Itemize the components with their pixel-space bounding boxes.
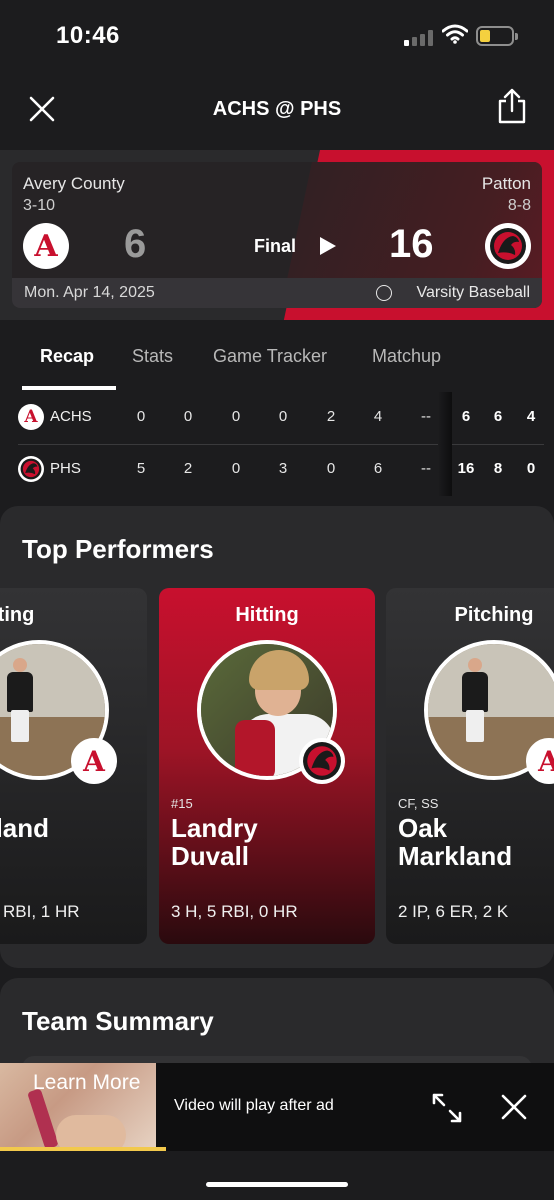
tab-recap[interactable]: Recap xyxy=(40,346,94,367)
home-team-mini-logo xyxy=(18,456,44,482)
team-badge: A xyxy=(71,738,117,784)
away-team-mini-logo: A xyxy=(18,404,44,430)
away-team-name: Avery County xyxy=(23,174,125,193)
home-team-name: Patton xyxy=(481,174,531,193)
inning-score: 2 xyxy=(326,408,336,425)
tab-game-tracker[interactable]: Game Tracker xyxy=(213,346,327,367)
inning-score: 0 xyxy=(231,460,241,477)
performer-card[interactable]: Pitching A CF, SS Oak Markland 2 IP, 6 E… xyxy=(386,588,554,944)
wifi-icon xyxy=(442,24,468,44)
performer-type: Hitting xyxy=(0,604,35,626)
team-badge xyxy=(299,738,345,784)
game-info-strip: Mon. Apr 14, 2025 Varsity Baseball xyxy=(12,278,542,308)
inning-score: 0 xyxy=(231,408,241,425)
performer-stats: 2 IP, 6 ER, 2 K xyxy=(398,902,509,921)
performer-stats: RBI, 1 HR xyxy=(3,902,80,921)
inning-score: -- xyxy=(421,408,431,425)
share-icon[interactable] xyxy=(496,87,528,125)
inning-score: 2 xyxy=(183,460,193,477)
performer-number: #15 xyxy=(171,796,193,811)
home-indicator[interactable] xyxy=(206,1182,348,1187)
page-title: ACHS @ PHS xyxy=(212,98,342,120)
total-runs: 16 xyxy=(457,460,475,477)
nav-bar: ACHS @ PHS xyxy=(0,70,554,150)
team-abbreviation: ACHS xyxy=(50,408,92,425)
inning-score: 3 xyxy=(278,460,288,477)
close-ad-icon[interactable] xyxy=(500,1093,528,1121)
performer-type: Hitting xyxy=(235,604,299,626)
active-tab-indicator xyxy=(22,386,116,390)
play-icon[interactable] xyxy=(320,237,336,255)
avery-county-a-logo: A xyxy=(538,744,554,778)
total-hits: 6 xyxy=(493,408,503,425)
avery-county-a-logo: A xyxy=(34,228,58,264)
section-title: Top Performers xyxy=(22,534,214,564)
avery-county-a-logo: A xyxy=(83,744,105,778)
expand-icon[interactable] xyxy=(430,1091,464,1125)
performer-name: Oak Markland xyxy=(398,813,513,871)
inning-score: 0 xyxy=(136,408,146,425)
away-team-logo: A xyxy=(23,223,69,269)
status-bar: 10:46 xyxy=(0,0,554,70)
score-card[interactable]: Avery County 3-10 A 6 Final 16 Patton 8-… xyxy=(12,162,542,308)
patton-panther-logo-icon xyxy=(490,228,526,264)
ad-thumbnail[interactable]: Learn More xyxy=(0,1063,156,1151)
battery-icon xyxy=(476,26,518,46)
performer-name: rkland xyxy=(0,813,50,843)
box-score: A ACHS 0 0 0 0 2 4 -- 6 6 4 PHS 5 2 0 3 … xyxy=(0,392,554,496)
inning-score: 5 xyxy=(136,460,146,477)
inning-score: 0 xyxy=(183,408,193,425)
total-hits: 8 xyxy=(493,460,503,477)
total-errors: 0 xyxy=(526,460,536,477)
away-team-runs: 6 xyxy=(124,222,147,266)
box-score-row-home: PHS 5 2 0 3 0 6 -- 16 8 0 xyxy=(0,444,554,496)
inning-score: 0 xyxy=(326,460,336,477)
inning-score: -- xyxy=(421,460,431,477)
game-date: Mon. Apr 14, 2025 xyxy=(24,284,155,301)
patton-panther-logo-icon xyxy=(303,742,341,780)
learn-more-link[interactable]: Learn More xyxy=(33,1071,140,1095)
inning-score: 4 xyxy=(373,408,383,425)
home-team-record: 8-8 xyxy=(507,197,531,214)
total-runs: 6 xyxy=(461,408,471,425)
performer-type: Pitching xyxy=(454,604,534,626)
total-errors: 4 xyxy=(526,408,536,425)
team-abbreviation: PHS xyxy=(50,460,81,477)
performer-stats: 3 H, 5 RBI, 0 HR xyxy=(171,902,298,921)
home-team-runs: 16 xyxy=(389,222,434,266)
patton-panther-logo-icon xyxy=(20,458,42,480)
avery-county-a-logo: A xyxy=(24,407,38,427)
performer-card[interactable]: Hitting A rkland RBI, 1 HR xyxy=(0,588,147,944)
game-status: Final xyxy=(254,236,297,256)
ad-message: Video will play after ad xyxy=(174,1097,334,1114)
tab-matchup[interactable]: Matchup xyxy=(372,346,441,367)
video-ad-bar: Learn More Video will play after ad xyxy=(0,1063,554,1151)
section-title: Team Summary xyxy=(22,1006,214,1036)
away-team-record: 3-10 xyxy=(23,197,56,214)
performer-position: CF, SS xyxy=(398,796,439,811)
score-header: Avery County 3-10 A 6 Final 16 Patton 8-… xyxy=(0,150,554,320)
baseball-icon xyxy=(376,285,392,301)
top-performers-panel: Top Performers Hitting A rkland RBI, 1 H… xyxy=(0,506,554,968)
performer-name: Landry Duvall xyxy=(171,813,258,871)
cellular-signal-icon xyxy=(404,30,434,46)
status-time: 10:46 xyxy=(56,22,120,49)
inning-score: 0 xyxy=(278,408,288,425)
inning-score: 6 xyxy=(373,460,383,477)
tab-stats[interactable]: Stats xyxy=(132,346,173,367)
tab-bar: Recap Stats Game Tracker Matchup xyxy=(0,320,554,392)
ad-progress-bar xyxy=(0,1147,166,1151)
performer-card-featured[interactable]: Hitting #15 Landry Duvall 3 H, 5 RBI, 0 … xyxy=(159,588,375,944)
sport-label: Varsity Baseball xyxy=(416,284,530,301)
box-score-row-away: A ACHS 0 0 0 0 2 4 -- 6 6 4 xyxy=(0,392,554,445)
home-team-logo xyxy=(485,223,531,269)
